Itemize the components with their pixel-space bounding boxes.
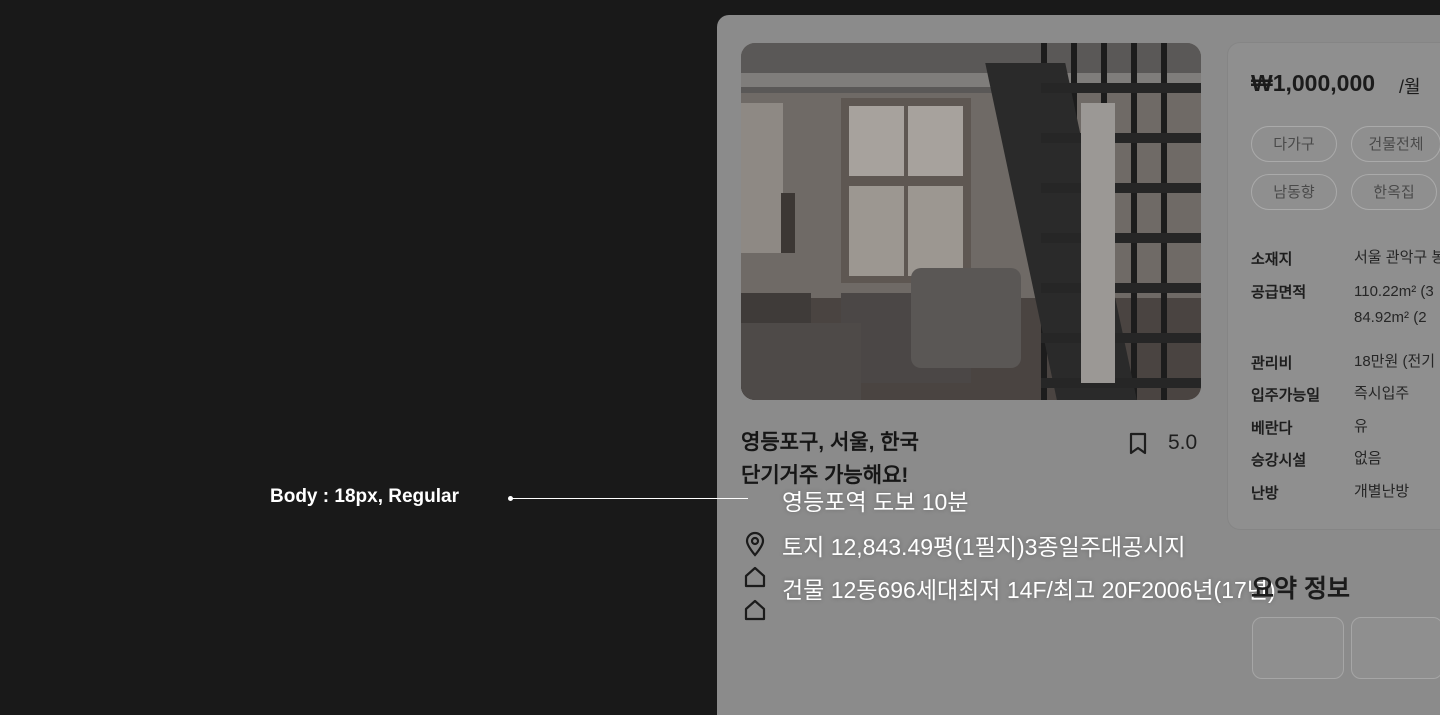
info-line-building: 건물 12동696세대최저 14F/최고 20F2006년(17년) (782, 577, 1276, 603)
spec-label-heating: 난방 (1251, 485, 1279, 502)
home-icon (743, 565, 767, 594)
spec-value-area-exclusive: 84.92m² (2 (1354, 309, 1427, 326)
spec-value-location: 서울 관악구 봉 (1354, 249, 1440, 266)
spec-value-maintenance: 18만원 (전기 (1354, 353, 1436, 370)
tag-chip[interactable]: 남동향 (1251, 174, 1337, 210)
bookmark-icon[interactable] (1128, 432, 1148, 461)
listing-title-line1: 영등포구, 서울, 한국 (741, 431, 919, 454)
summary-section-title: 요약 정보 (1251, 575, 1350, 603)
spec-value-move-in: 즉시입주 (1354, 385, 1410, 402)
price-amount: ₩1,000,000 (1251, 70, 1376, 96)
info-line-station: 영등포역 도보 10분 (782, 489, 969, 515)
loft-interior-image (741, 43, 1201, 400)
info-line-land: 토지 12,843.49평(1필지)3종일주대공시지 (782, 534, 1186, 560)
tag-chip[interactable]: 한옥집 (1351, 174, 1437, 210)
spec-value-area: 110.22m² (3 (1354, 283, 1434, 300)
spec-label-area: 공급면적 (1251, 284, 1307, 301)
listing-photo[interactable] (741, 43, 1201, 400)
rating-value: 5.0 (1168, 431, 1198, 454)
spec-label-location: 소재지 (1251, 251, 1293, 268)
price-unit: /월 (1399, 77, 1421, 97)
spec-value-veranda: 유 (1354, 418, 1368, 435)
spec-label-move-in: 입주가능일 (1251, 387, 1321, 404)
spec-value-heating: 개별난방 (1354, 483, 1410, 500)
tag-chip[interactable]: 다가구 (1251, 126, 1337, 162)
spec-label-veranda: 베란다 (1251, 420, 1293, 437)
summary-card[interactable] (1351, 617, 1440, 679)
summary-card[interactable] (1252, 617, 1344, 679)
annotation-label: Body : 18px, Regular (270, 486, 459, 507)
location-pin-icon (743, 531, 767, 562)
spec-value-elevator: 없음 (1354, 450, 1382, 467)
home-icon (743, 598, 767, 627)
tag-chip[interactable]: 건물전체 (1351, 126, 1440, 162)
spec-label-maintenance: 관리비 (1251, 355, 1293, 372)
spec-label-elevator: 승강시설 (1251, 452, 1307, 469)
annotation-pointer-line (510, 498, 748, 499)
